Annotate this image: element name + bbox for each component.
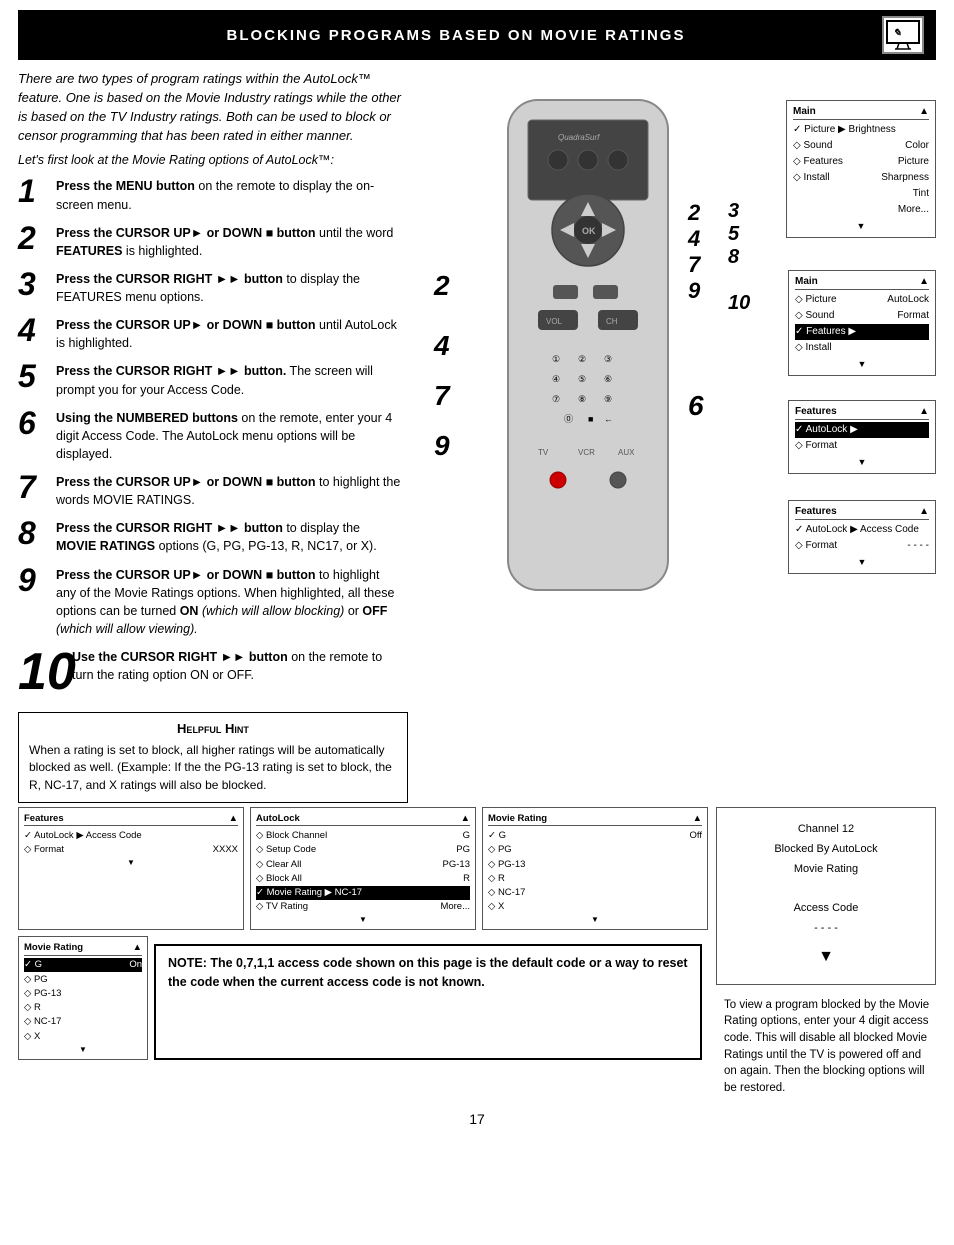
panel-features-highlighted: Main▲ ◇ PictureAutoLock ◇ SoundFormat ✓ … (788, 270, 936, 376)
panel-features-menu: Features▲ ✓ AutoLock ▶ ◇ Format ▼ (788, 400, 936, 474)
panel-movie-rating-on: Movie Rating▲ ✓ GOn ◇ PG ◇ PG-13 ◇ R ◇ N… (18, 936, 148, 1059)
step-6: 6 Using the NUMBERED buttons on the remo… (18, 409, 402, 463)
channel-line1: Channel 12 (727, 820, 925, 840)
step-1: 1 Press the MENU button on the remote to… (18, 177, 402, 213)
note-box: NOTE: The 0,7,1,1 access code shown on t… (154, 944, 702, 1059)
step-text-3: Press the CURSOR RIGHT ►► button to disp… (56, 270, 402, 306)
step-text-5: Press the CURSOR RIGHT ►► button. The sc… (56, 362, 402, 398)
svg-text:←: ← (604, 414, 613, 424)
step-3: 3 Press the CURSOR RIGHT ►► button to di… (18, 270, 402, 306)
svg-text:⑤: ⑤ (578, 374, 586, 384)
side-note: To view a program blocked by the Movie R… (724, 993, 936, 1101)
step-7: 7 Press the CURSOR UP► or DOWN ■ button … (18, 473, 402, 509)
channel-line5: - - - - (727, 919, 925, 939)
panel-access-code: Features▲ ✓ AutoLock ▶ Access Code ◇ For… (788, 500, 936, 574)
svg-text:TV: TV (538, 448, 549, 457)
step-5: 5 Press the CURSOR RIGHT ►► button. The … (18, 362, 402, 398)
svg-text:CH: CH (606, 317, 618, 326)
svg-text:③: ③ (604, 354, 612, 364)
svg-text:QuadraSurf: QuadraSurf (558, 133, 600, 142)
bottom-row-2: Movie Rating▲ ✓ GOn ◇ PG ◇ PG-13 ◇ R ◇ N… (18, 936, 708, 1059)
bottom-left-panels: Features▲ ✓ AutoLock ▶ Access Code ◇ For… (18, 807, 708, 1101)
step-num-6: 6 (18, 407, 50, 439)
step-num-7: 7 (18, 471, 50, 503)
steps-container: 1 Press the MENU button on the remote to… (18, 177, 408, 698)
svg-text:AUX: AUX (618, 448, 635, 457)
step-text-6: Using the NUMBERED buttons on the remote… (56, 409, 402, 463)
remote-step-label-3: 35810 (728, 200, 750, 315)
step-num-5: 5 (18, 360, 50, 392)
remote-step-4: 4 (434, 330, 450, 362)
svg-text:VCR: VCR (578, 448, 595, 457)
hint-title: Helpful Hint (29, 721, 397, 736)
panel-movie-rating-list: Movie Rating▲ ✓ GOff ◇ PG ◇ PG-13 ◇ R ◇ … (482, 807, 708, 930)
step-9: 9 Press the CURSOR UP► or DOWN ■ button … (18, 566, 402, 639)
note-text: NOTE: The 0,7,1,1 access code shown on t… (168, 956, 688, 989)
step-text-4: Press the CURSOR UP► or DOWN ■ button un… (56, 316, 402, 352)
step-10: 10 Use the CURSOR RIGHT ►► button on the… (18, 648, 402, 698)
channel-line2: Blocked By AutoLock (727, 840, 925, 860)
svg-text:⓪: ⓪ (564, 414, 573, 424)
remote-step-9: 9 (434, 430, 450, 462)
step-num-3: 3 (18, 268, 50, 300)
step-4: 4 Press the CURSOR UP► or DOWN ■ button … (18, 316, 402, 352)
step-text-7: Press the CURSOR UP► or DOWN ■ button to… (56, 473, 402, 509)
step-num-9: 9 (18, 564, 50, 596)
hint-text: When a rating is set to block, all highe… (29, 742, 397, 794)
bottom-row-1: Features▲ ✓ AutoLock ▶ Access Code ◇ For… (18, 807, 708, 930)
remote-step-7: 7 (434, 380, 450, 412)
svg-text:⑧: ⑧ (578, 394, 586, 404)
svg-text:②: ② (578, 354, 586, 364)
page-header: Blocking Programs Based on Movie Ratings… (18, 10, 936, 60)
step-8: 8 Press the CURSOR RIGHT ►► button to di… (18, 519, 402, 555)
channel-line4: Access Code (727, 899, 925, 919)
page-number: 17 (0, 1111, 954, 1127)
intro-paragraph: There are two types of program ratings w… (18, 70, 408, 145)
step-2: 2 Press the CURSOR UP► or DOWN ■ button … (18, 224, 402, 260)
panel-access-xxxx: Features▲ ✓ AutoLock ▶ Access Code ◇ For… (18, 807, 244, 930)
step-num-8: 8 (18, 517, 50, 549)
step-text-8: Press the CURSOR RIGHT ►► button to disp… (56, 519, 402, 555)
channel-line3: Movie Rating (727, 860, 925, 880)
step-num-2: 2 (18, 222, 50, 254)
step-text-2: Press the CURSOR UP► or DOWN ■ button un… (56, 224, 402, 260)
svg-text:✎: ✎ (893, 28, 902, 39)
step-num-10: 10 (18, 646, 66, 698)
intro-sub: Let's first look at the Movie Rating opt… (18, 153, 408, 167)
right-side-bottom: Channel 12 Blocked By AutoLock Movie Rat… (716, 807, 936, 1101)
step-text-1: Press the MENU button on the remote to d… (56, 177, 402, 213)
step-text-9: Press the CURSOR UP► or DOWN ■ button to… (56, 566, 402, 639)
remote-image: QuadraSurf OK (478, 90, 698, 613)
header-title: Blocking Programs Based on Movie Ratings (30, 27, 882, 44)
svg-text:■: ■ (588, 414, 593, 424)
bottom-section: Features▲ ✓ AutoLock ▶ Access Code ◇ For… (0, 807, 954, 1101)
left-column: There are two types of program ratings w… (18, 70, 408, 803)
svg-text:⑦: ⑦ (552, 394, 560, 404)
svg-text:⑨: ⑨ (604, 394, 612, 404)
svg-text:①: ① (552, 354, 560, 364)
step-num-4: 4 (18, 314, 50, 346)
remote-area: QuadraSurf OK (418, 70, 936, 630)
remote-step-2: 2 (434, 270, 450, 302)
svg-text:OK: OK (582, 226, 596, 236)
step-text-10: Use the CURSOR RIGHT ►► button on the re… (72, 648, 402, 684)
svg-text:VOL: VOL (546, 317, 563, 326)
svg-text:④: ④ (552, 374, 560, 384)
hint-box: Helpful Hint When a rating is set to blo… (18, 712, 408, 803)
right-column: QuadraSurf OK (408, 70, 936, 803)
panel-autolock-menu: AutoLock▲ ◇ Block ChannelG ◇ Setup CodeP… (250, 807, 476, 930)
channel-blocked-panel: Channel 12 Blocked By AutoLock Movie Rat… (716, 807, 936, 985)
header-icon: ✎ (882, 16, 924, 54)
step-num-1: 1 (18, 175, 50, 207)
svg-text:⑥: ⑥ (604, 374, 612, 384)
panel-main-menu: Main▲ ✓ Picture ▶ Brightness ◇ SoundColo… (786, 100, 936, 238)
main-layout: There are two types of program ratings w… (0, 70, 954, 803)
